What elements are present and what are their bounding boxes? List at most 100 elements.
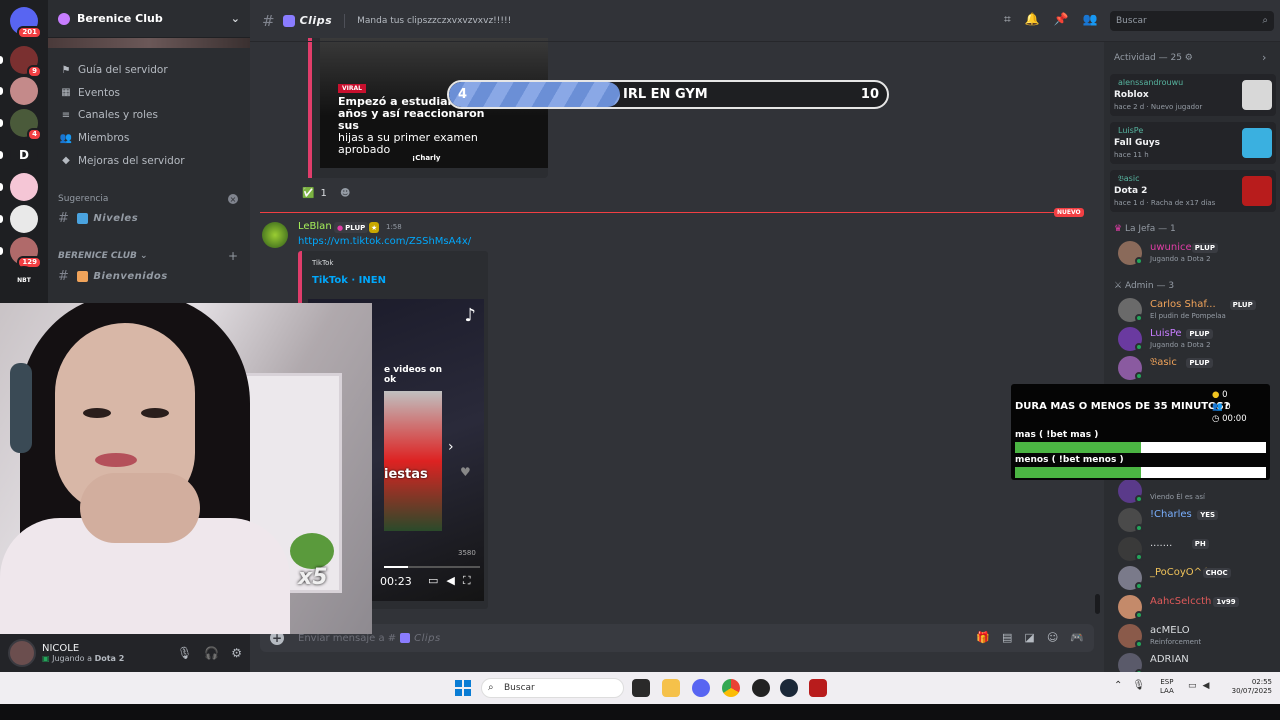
server-icon[interactable]	[10, 77, 38, 105]
webcam-overlay: x5	[0, 303, 372, 634]
dismiss-suggestion-icon[interactable]: ×	[228, 194, 238, 204]
message-composer[interactable]: + Enviar mensaje a # Clips 🎁 ▤ ◪ ☺ 🎮	[260, 624, 1094, 652]
headphones-icon[interactable]: 🎧	[204, 646, 219, 660]
video-thumbnail[interactable]	[384, 391, 442, 531]
microphone-icon[interactable]: 🎙	[1132, 680, 1145, 691]
input-language[interactable]: ESP LAA	[1160, 678, 1174, 696]
activity-card[interactable]: 𝔅asic Dota 2 hace 1 d · Racha de x17 días	[1110, 170, 1276, 212]
member-row[interactable]: ....... PH	[1118, 536, 1278, 562]
sidebar-item-1[interactable]: ▦ Eventos	[58, 83, 120, 103]
steam-icon[interactable]	[780, 679, 798, 697]
volume-icon[interactable]: ◀	[1203, 681, 1210, 691]
member-row[interactable]: Carlos Shaf... PLUP El pudin de Pompelaa	[1118, 297, 1278, 323]
pin-icon[interactable]: 📌	[1054, 12, 1069, 27]
avatar[interactable]	[8, 639, 36, 667]
embed-title[interactable]: TikTok · INEN	[312, 275, 386, 286]
task-view-icon[interactable]	[632, 679, 650, 697]
channel-emoji-icon	[77, 212, 89, 224]
server-icon[interactable]	[10, 173, 38, 201]
server-icon[interactable]: D	[10, 141, 38, 169]
gear-icon[interactable]: ⚙	[1185, 53, 1193, 63]
online-status-icon	[1135, 553, 1143, 561]
sidebar-item-2[interactable]: ≡ Canales y roles	[58, 105, 158, 125]
gif-icon[interactable]: ▤	[1002, 631, 1012, 644]
captions-icon[interactable]: ▭	[428, 574, 438, 588]
member-row[interactable]: ADRIAN	[1118, 652, 1278, 672]
gear-icon[interactable]: ⚙	[231, 646, 242, 660]
list-icon: ≡	[61, 109, 71, 121]
heart-icon[interactable]: ♥	[460, 465, 471, 479]
server-icon[interactable]: 201	[10, 7, 42, 39]
member-row[interactable]: 𝔅asic PLUP	[1118, 355, 1278, 381]
add-reaction-icon[interactable]: ☻	[340, 184, 350, 202]
volume-icon[interactable]: ◀	[446, 574, 454, 588]
reaction-check[interactable]: ✅ 1	[302, 184, 327, 202]
member-row[interactable]: uwunice PLUP Jugando a Dota 2	[1118, 240, 1278, 266]
chevron-down-icon[interactable]: ⌄	[231, 12, 240, 25]
video-progress[interactable]	[384, 566, 480, 568]
channel-topic[interactable]: Manda tus clipszzczxvxvzvxvz!!!!!	[357, 16, 511, 26]
sidebar-item-0[interactable]: ⚑ Guía del servidor	[58, 60, 168, 80]
server-icon[interactable]	[10, 205, 38, 233]
members-toggle-icon[interactable]: 👥	[1083, 12, 1098, 27]
unread-pill	[0, 56, 3, 64]
boost-icon: ◆	[62, 155, 70, 167]
bell-icon[interactable]: 🔔	[1025, 12, 1040, 27]
search-icon: ⌕	[488, 682, 494, 693]
sticker-icon[interactable]: ◪	[1024, 631, 1034, 644]
server-icon[interactable]: NBT	[10, 266, 38, 294]
taskbar-search[interactable]: ⌕ Buscar	[481, 678, 624, 698]
member-name: ADRIAN	[1150, 654, 1189, 665]
sidebar-item-4[interactable]: ◆ Mejoras del servidor	[58, 151, 185, 171]
member-row[interactable]: AahcSelccth 1v99	[1118, 594, 1278, 620]
online-status-icon	[1135, 640, 1143, 648]
server-icon[interactable]: 9	[10, 46, 42, 78]
discord-app-icon[interactable]	[692, 679, 710, 697]
apps-icon[interactable]: 🎮	[1070, 631, 1084, 644]
sidebar-item-label: Canales y roles	[78, 109, 158, 122]
channel-bienvenidos[interactable]: # Bienvenidos	[58, 267, 168, 285]
member-row[interactable]: _PoCoyO^^ CHOC	[1118, 565, 1278, 591]
sidebar-item-label: Mejoras del servidor	[78, 154, 185, 167]
obs-icon[interactable]	[752, 679, 770, 697]
add-channel-icon[interactable]: +	[228, 249, 238, 263]
viral-tag: VIRAL	[338, 84, 366, 93]
message-link[interactable]: https://vm.tiktok.com/ZSShMsA4x/	[298, 236, 471, 247]
dota-icon[interactable]	[809, 679, 827, 697]
server-name: Berenice Club	[77, 12, 163, 25]
chevron-right-icon[interactable]: ›	[448, 439, 454, 455]
chevron-right-icon[interactable]: ›	[1262, 51, 1266, 64]
system-tray: ⌃ 🎙	[1114, 680, 1145, 691]
microphone-icon[interactable]: 🎙	[177, 646, 192, 660]
server-header[interactable]: Berenice Club ⌄	[48, 0, 250, 38]
user-info[interactable]: NICOLE ▣ Jugando a Dota 2	[42, 643, 124, 664]
server-icon[interactable]: 129	[10, 237, 42, 269]
member-badge: PLUP	[1191, 243, 1218, 253]
clock[interactable]: 02:55 30/07/2025	[1226, 678, 1272, 696]
gift-icon[interactable]: 🎁	[976, 631, 990, 644]
hash-icon: #	[58, 268, 70, 284]
bet-question: DURA MAS O MENOS DE 35 MINUTOS?	[1015, 401, 1230, 412]
member-row[interactable]: acMELO Reinforcement	[1118, 623, 1278, 649]
sidebar-item-3[interactable]: 👥 Miembros	[58, 128, 130, 148]
category-berenice-club[interactable]: BERENICE CLUB ⌄	[58, 251, 148, 261]
message-author[interactable]: LeBlan	[298, 221, 332, 232]
file-explorer-icon[interactable]	[662, 679, 680, 697]
scrollbar[interactable]	[1095, 594, 1100, 614]
threads-icon[interactable]: ⌗	[1004, 12, 1011, 27]
search-input[interactable]: Buscar ⌕	[1110, 11, 1274, 31]
channel-niveles[interactable]: # Niveles	[58, 209, 138, 227]
emoji-icon[interactable]: ☺	[1047, 631, 1058, 644]
avatar[interactable]	[262, 222, 288, 248]
server-icon[interactable]: 4	[10, 109, 42, 141]
network-icon[interactable]: ▭	[1188, 681, 1197, 691]
chevron-up-icon[interactable]: ⌃	[1114, 680, 1122, 691]
activity-card[interactable]: LuisPe Fall Guys hace 11 h	[1110, 122, 1276, 164]
windows-start-icon[interactable]	[455, 680, 471, 696]
member-row[interactable]: LuisPe PLUP Jugando a Dota 2	[1118, 326, 1278, 352]
fullscreen-icon[interactable]: ⛶	[463, 574, 471, 588]
activity-card[interactable]: alenssandrouwu Roblox hace 2 d · Nuevo jug…	[1110, 74, 1276, 116]
member-row[interactable]: !Charles YES	[1118, 507, 1278, 533]
member-row[interactable]: Viendo Él es así	[1118, 478, 1278, 504]
chrome-icon[interactable]	[722, 679, 740, 697]
